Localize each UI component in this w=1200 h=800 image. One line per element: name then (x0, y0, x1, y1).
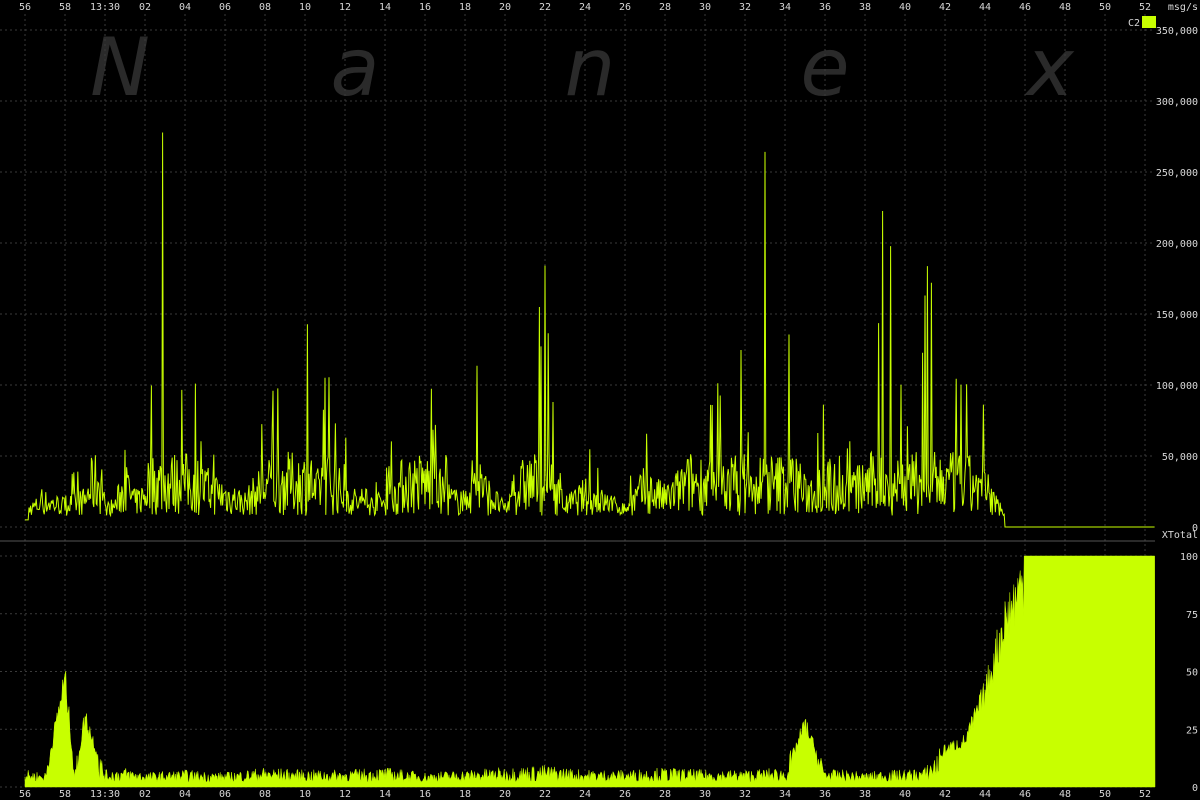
x-tick-label: 06 (219, 789, 231, 800)
x-tick-label: 04 (179, 789, 191, 800)
x-tick-label: 02 (139, 2, 151, 13)
x-tick-label: 50 (1099, 789, 1111, 800)
x-tick-label: 22 (539, 2, 551, 13)
x-tick-label: 12 (339, 2, 351, 13)
y-tick-label: 50 (1186, 668, 1198, 679)
x-tick-label: 02 (139, 789, 151, 800)
x-axis-top: 56 58 13:30 02 04 06 08 10 12 14 16 18 20 22 24 26 28 30 3… (19, 2, 1151, 13)
watermark-letter: x (1023, 21, 1075, 114)
x-tick-label: 24 (579, 789, 591, 800)
watermark-letter: n (565, 21, 616, 114)
x-tick-label: 26 (619, 789, 631, 800)
x-tick-label: 56 (19, 2, 31, 13)
x-tick-label: 04 (179, 2, 191, 13)
x-tick-label: 08 (259, 2, 271, 13)
x-tick-label: 12 (339, 789, 351, 800)
y-tick-label: 0 (1192, 783, 1198, 794)
x-tick-label: 38 (859, 789, 871, 800)
y-tick-label: 150,000 (1156, 310, 1198, 321)
x-tick-label: 42 (939, 789, 951, 800)
x-tick-label: 20 (499, 789, 511, 800)
x-tick-label: 30 (699, 789, 711, 800)
x-tick-label: 46 (1019, 2, 1031, 13)
x-tick-label: 26 (619, 2, 631, 13)
x-tick-label: 06 (219, 2, 231, 13)
x-tick-label: 24 (579, 2, 591, 13)
x-tick-label: 28 (659, 789, 671, 800)
y-tick-label: 200,000 (1156, 239, 1198, 250)
chart-canvas: Nanex 56 58 13:30 02 04 06 08 10 12 14 16 18 20 22 24 2… (0, 2, 1198, 800)
x-tick-label: 32 (739, 2, 751, 13)
x-tick-label: 22 (539, 789, 551, 800)
x-tick-label: 44 (979, 789, 991, 800)
y-tick-label: 75 (1186, 610, 1198, 621)
x-tick-label: 16 (419, 789, 431, 800)
x-tick-label: 50 (1099, 2, 1111, 13)
y-tick-label: 100 (1180, 552, 1198, 563)
y-axis-label-msg: msg/s (1168, 2, 1198, 13)
x-tick-label: 34 (779, 789, 791, 800)
x-tick-label: 36 (819, 789, 831, 800)
y-axis-msg: 350,000 300,000 250,000 200,000 150,000 100,0… (1156, 26, 1198, 534)
legend-label-c2: C2 (1128, 18, 1140, 29)
legend-swatch-c2 (1142, 16, 1156, 28)
x-tick-label: 28 (659, 2, 671, 13)
grid-lines (0, 14, 1155, 788)
x-tick-label: 30 (699, 2, 711, 13)
x-tick-label: 36 (819, 2, 831, 13)
x-tick-label: 08 (259, 789, 271, 800)
x-tick-label: 18 (459, 789, 471, 800)
y-tick-label: 50,000 (1162, 452, 1198, 463)
x-tick-label: 10 (299, 2, 311, 13)
x-tick-label: 16 (419, 2, 431, 13)
watermark-letter: N (90, 21, 150, 114)
x-tick-label: 18 (459, 2, 471, 13)
x-tick-label: 38 (859, 2, 871, 13)
x-tick-label: 44 (979, 2, 991, 13)
x-tick-label: 20 (499, 2, 511, 13)
x-tick-label: 40 (899, 789, 911, 800)
x-tick-label: 34 (779, 2, 791, 13)
x-tick-label: 48 (1059, 789, 1071, 800)
x-tick-label: 52 (1139, 2, 1151, 13)
x-tick-label: 46 (1019, 789, 1031, 800)
y-tick-label: 100,000 (1156, 381, 1198, 392)
x-tick-label: 58 (59, 2, 71, 13)
y-tick-label: 25 (1186, 725, 1198, 736)
x-tick-label: 14 (379, 789, 391, 800)
y-tick-label: 350,000 (1156, 26, 1198, 37)
x-tick-label: 42 (939, 2, 951, 13)
y-tick-label: 250,000 (1156, 168, 1198, 179)
x-tick-label: 13:30 (90, 789, 120, 800)
x-tick-label: 52 (1139, 789, 1151, 800)
x-tick-label: 56 (19, 789, 31, 800)
x-tick-label: 58 (59, 789, 71, 800)
x-axis-bottom: 56 58 13:30 02 04 06 08 10 12 14 16 18 20 22 24 26 28 30 3… (19, 789, 1151, 800)
watermark: Nanex (90, 21, 1075, 114)
x-tick-label: 10 (299, 789, 311, 800)
x-tick-label: 40 (899, 2, 911, 13)
x-tick-label: 48 (1059, 2, 1071, 13)
x-tick-label: 13:30 (90, 2, 120, 13)
y-axis-label-xtotal: XTotal (1162, 530, 1198, 541)
x-tick-label: 14 (379, 2, 391, 13)
watermark-letter: a (330, 21, 379, 114)
y-tick-label: 300,000 (1156, 97, 1198, 108)
y-axis-xtotal: 100 75 50 25 0 (1180, 552, 1198, 794)
x-tick-label: 32 (739, 789, 751, 800)
